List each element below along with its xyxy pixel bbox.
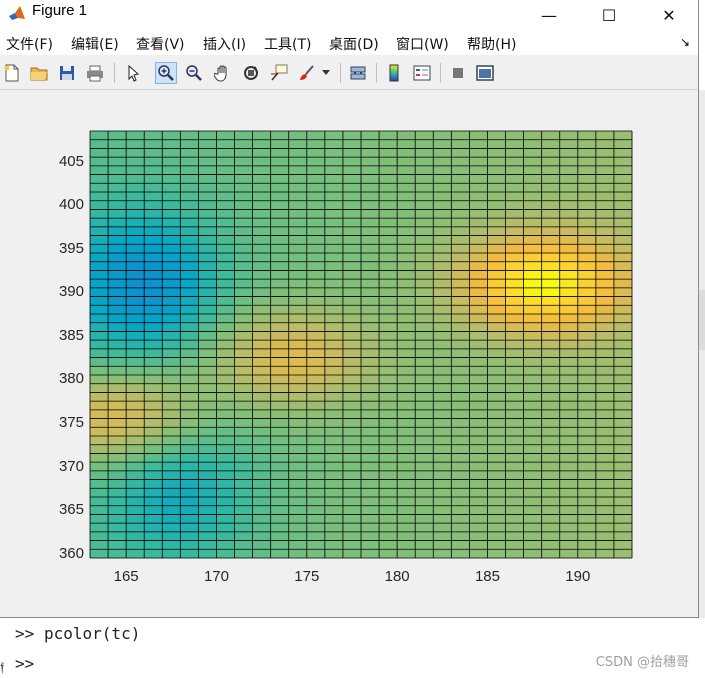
open-folder-icon[interactable] — [28, 62, 50, 84]
new-figure-icon[interactable] — [1, 62, 23, 84]
menu-bar: 文件(F) 编辑(E) 查看(V) 插入(I) 工具(T) 桌面(D) 窗口(W… — [0, 31, 698, 55]
menu-file[interactable]: 文件(F) — [6, 34, 53, 54]
maximize-icon: ☐ — [601, 6, 617, 25]
y-tick-label: 375 — [58, 413, 84, 431]
hide-tools-icon[interactable] — [447, 62, 469, 84]
x-tick-label: 190 — [565, 568, 591, 585]
dock-arrow-icon[interactable]: ↘ — [680, 35, 690, 49]
x-tick-label: 185 — [474, 568, 500, 585]
toolbar-separator — [340, 63, 341, 83]
window-title: Figure 1 — [32, 2, 88, 19]
menu-desktop[interactable]: 桌面(D) — [329, 34, 379, 54]
close-icon: ✕ — [662, 6, 676, 25]
y-tick-label: 380 — [58, 370, 84, 388]
menu-insert[interactable]: 插入(I) — [203, 34, 246, 54]
title-bar[interactable]: Figure 1 — ☐ ✕ — [0, 0, 698, 31]
console-gutter: 𝔣 — [0, 658, 5, 676]
zoom-out-icon[interactable] — [183, 62, 205, 84]
brush-icon[interactable] — [296, 62, 318, 84]
pan-icon[interactable] — [212, 62, 234, 84]
menu-tools[interactable]: 工具(T) — [264, 34, 311, 54]
toolbar-separator — [114, 63, 115, 83]
console-prompt: >> — [15, 624, 35, 643]
y-tick-label: 390 — [58, 283, 84, 301]
print-icon[interactable] — [84, 62, 106, 84]
edit-plot-icon[interactable] — [122, 62, 144, 84]
minimize-icon: — — [541, 6, 557, 25]
save-icon[interactable] — [56, 62, 78, 84]
y-tick-label: 370 — [58, 457, 84, 475]
y-tick-label: 395 — [58, 239, 84, 257]
toolbar-separator — [440, 63, 441, 83]
legend-icon[interactable] — [411, 62, 433, 84]
menu-edit[interactable]: 编辑(E) — [71, 34, 119, 54]
rotate-3d-icon[interactable] — [240, 62, 262, 84]
y-tick-label: 400 — [58, 196, 84, 214]
figure-window: Figure 1 — ☐ ✕ 文件(F) 编辑(E) 查看(V) 插入(I) 工… — [0, 0, 699, 618]
figure-toolbar — [0, 58, 698, 90]
x-tick-label: 180 — [384, 568, 410, 585]
x-tick-label: 170 — [203, 568, 229, 585]
x-tick-label: 175 — [294, 568, 320, 585]
console-command: pcolor(tc) — [44, 624, 141, 643]
x-tick-label: 165 — [113, 568, 139, 585]
toolbar-separator — [376, 63, 377, 83]
menu-view[interactable]: 查看(V) — [136, 34, 185, 54]
matlab-logo-icon — [9, 6, 25, 20]
minimize-button[interactable]: — — [520, 0, 578, 31]
link-plot-icon[interactable] — [347, 62, 369, 84]
data-cursor-icon[interactable] — [268, 62, 290, 84]
y-tick-label: 360 — [58, 544, 84, 562]
y-tick-label: 365 — [58, 501, 84, 519]
watermark: CSDN @拾穗哥 — [595, 655, 689, 670]
show-tools-icon[interactable] — [474, 62, 496, 84]
colorbar-icon[interactable] — [383, 62, 405, 84]
console-prompt: >> — [15, 654, 35, 673]
brush-dropdown-icon[interactable] — [320, 62, 332, 84]
menu-help[interactable]: 帮助(H) — [467, 34, 516, 54]
y-tick-label: 385 — [58, 326, 84, 344]
plot-area — [0, 90, 698, 617]
zoom-in-icon[interactable] — [155, 62, 177, 84]
menu-window[interactable]: 窗口(W) — [396, 34, 449, 54]
maximize-button[interactable]: ☐ — [580, 0, 638, 31]
y-tick-label: 405 — [58, 152, 84, 170]
close-button[interactable]: ✕ — [640, 0, 698, 31]
desktop-scroll-edge — [699, 90, 705, 618]
